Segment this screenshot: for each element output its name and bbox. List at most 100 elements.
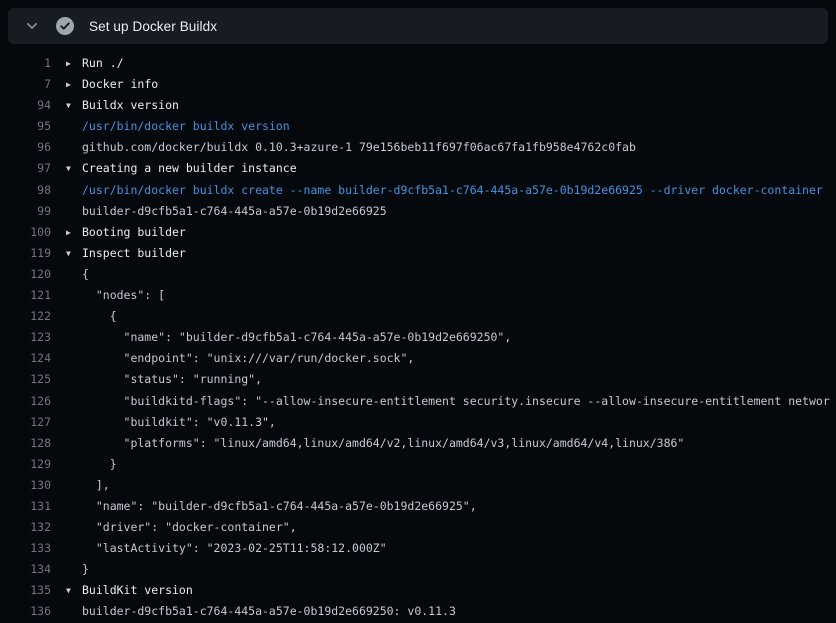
triangle-right-icon[interactable]: ▶ — [66, 53, 82, 74]
marker-spacer — [66, 180, 82, 201]
line-number[interactable]: 134 — [0, 559, 51, 580]
log-line-text: Booting builder — [82, 222, 186, 243]
log-line: 99 builder-d9cfb5a1-c764-445a-a57e-0b19d… — [0, 201, 836, 222]
line-number[interactable]: 100 — [0, 222, 51, 243]
marker-spacer — [66, 369, 82, 390]
log-line-text: { — [82, 306, 117, 327]
triangle-down-icon[interactable]: ▼ — [66, 95, 82, 116]
line-number[interactable]: 136 — [0, 601, 51, 622]
triangle-right-icon[interactable]: ▶ — [66, 222, 82, 243]
log-line: 122 { — [0, 306, 836, 327]
line-number[interactable]: 129 — [0, 454, 51, 475]
marker-spacer — [66, 433, 82, 454]
triangle-down-icon[interactable]: ▼ — [66, 243, 82, 264]
step-title: Set up Docker Buildx — [89, 19, 217, 34]
line-number[interactable]: 122 — [0, 306, 51, 327]
marker-spacer — [66, 391, 82, 412]
line-number[interactable]: 132 — [0, 517, 51, 538]
log-line[interactable]: 135 ▼ BuildKit version — [0, 580, 836, 601]
line-number[interactable]: 120 — [0, 264, 51, 285]
line-number[interactable]: 98 — [0, 180, 51, 201]
line-number[interactable]: 1 — [0, 53, 51, 74]
log-line-text: Inspect builder — [82, 243, 186, 264]
log-line: 121 "nodes": [ — [0, 285, 836, 306]
line-number[interactable]: 119 — [0, 243, 51, 264]
check-circle-icon — [56, 17, 74, 35]
triangle-down-icon[interactable]: ▼ — [66, 158, 82, 179]
log-line[interactable]: 97 ▼ Creating a new builder instance — [0, 158, 836, 179]
marker-spacer — [66, 327, 82, 348]
marker-spacer — [66, 412, 82, 433]
line-number[interactable]: 124 — [0, 348, 51, 369]
marker-spacer — [66, 475, 82, 496]
marker-spacer — [66, 538, 82, 559]
marker-spacer — [66, 264, 82, 285]
log-line: 95 /usr/bin/docker buildx version — [0, 116, 836, 137]
log-line-text: "name": "builder-d9cfb5a1-c764-445a-a57e… — [82, 327, 511, 348]
line-number[interactable]: 7 — [0, 74, 51, 95]
log-line-text: github.com/docker/buildx 0.10.3+azure-1 … — [82, 137, 636, 158]
triangle-right-icon[interactable]: ▶ — [66, 74, 82, 95]
marker-spacer — [66, 348, 82, 369]
marker-spacer — [66, 559, 82, 580]
log-line[interactable]: 7 ▶ Docker info — [0, 74, 836, 95]
log-line-text: Docker info — [82, 74, 158, 95]
log-line[interactable]: 100 ▶ Booting builder — [0, 222, 836, 243]
log-line: 129 } — [0, 454, 836, 475]
triangle-down-icon[interactable]: ▼ — [66, 580, 82, 601]
marker-spacer — [66, 517, 82, 538]
marker-spacer — [66, 116, 82, 137]
line-number[interactable]: 97 — [0, 158, 51, 179]
log-line-text: BuildKit version — [82, 580, 193, 601]
line-number[interactable]: 133 — [0, 538, 51, 559]
log-line-text: builder-d9cfb5a1-c764-445a-a57e-0b19d2e6… — [82, 201, 387, 222]
log-line: 126 "buildkitd-flags": "--allow-insecure… — [0, 391, 836, 412]
log-line-text: "status": "running", — [82, 369, 262, 390]
line-number[interactable]: 123 — [0, 327, 51, 348]
log-line-text: } — [82, 559, 89, 580]
step-header[interactable]: Set up Docker Buildx — [8, 8, 828, 44]
log-viewer: 1 ▶ Run ./ 7 ▶ Docker info 94 ▼ Buildx v… — [0, 53, 836, 623]
line-number[interactable]: 121 — [0, 285, 51, 306]
chevron-down-icon[interactable] — [25, 19, 39, 33]
marker-spacer — [66, 306, 82, 327]
log-line: 134 } — [0, 559, 836, 580]
log-line-text: } — [82, 454, 117, 475]
line-number[interactable]: 131 — [0, 496, 51, 517]
log-line-text: { — [82, 264, 89, 285]
line-number[interactable]: 130 — [0, 475, 51, 496]
log-line-text: ], — [82, 475, 110, 496]
line-number[interactable]: 125 — [0, 369, 51, 390]
log-line-text: "platforms": "linux/amd64,linux/amd64/v2… — [82, 433, 684, 454]
line-number[interactable]: 96 — [0, 137, 51, 158]
log-line[interactable]: 119 ▼ Inspect builder — [0, 243, 836, 264]
log-line-text: "lastActivity": "2023-02-25T11:58:12.000… — [82, 538, 387, 559]
log-line: 123 "name": "builder-d9cfb5a1-c764-445a-… — [0, 327, 836, 348]
log-line-text: Run ./ — [82, 53, 124, 74]
log-line-text: /usr/bin/docker buildx create --name bui… — [82, 180, 823, 201]
log-line[interactable]: 94 ▼ Buildx version — [0, 95, 836, 116]
marker-spacer — [66, 496, 82, 517]
log-line: 131 "name": "builder-d9cfb5a1-c764-445a-… — [0, 496, 836, 517]
log-line: 136 builder-d9cfb5a1-c764-445a-a57e-0b19… — [0, 601, 836, 622]
log-line: 98 /usr/bin/docker buildx create --name … — [0, 180, 836, 201]
line-number[interactable]: 95 — [0, 116, 51, 137]
line-number[interactable]: 135 — [0, 580, 51, 601]
line-number[interactable]: 99 — [0, 201, 51, 222]
line-number[interactable]: 127 — [0, 412, 51, 433]
log-line-text: Creating a new builder instance — [82, 158, 297, 179]
log-line-text: "endpoint": "unix:///var/run/docker.sock… — [82, 348, 414, 369]
log-line-text: "name": "builder-d9cfb5a1-c764-445a-a57e… — [82, 496, 477, 517]
marker-spacer — [66, 601, 82, 622]
log-line: 132 "driver": "docker-container", — [0, 517, 836, 538]
log-line-text: Buildx version — [82, 95, 179, 116]
marker-spacer — [66, 454, 82, 475]
line-number[interactable]: 128 — [0, 433, 51, 454]
marker-spacer — [66, 137, 82, 158]
log-line-text: "driver": "docker-container", — [82, 517, 297, 538]
log-line-text: /usr/bin/docker buildx version — [82, 116, 290, 137]
log-line-text: "buildkitd-flags": "--allow-insecure-ent… — [82, 391, 830, 412]
log-line[interactable]: 1 ▶ Run ./ — [0, 53, 836, 74]
line-number[interactable]: 94 — [0, 95, 51, 116]
line-number[interactable]: 126 — [0, 391, 51, 412]
